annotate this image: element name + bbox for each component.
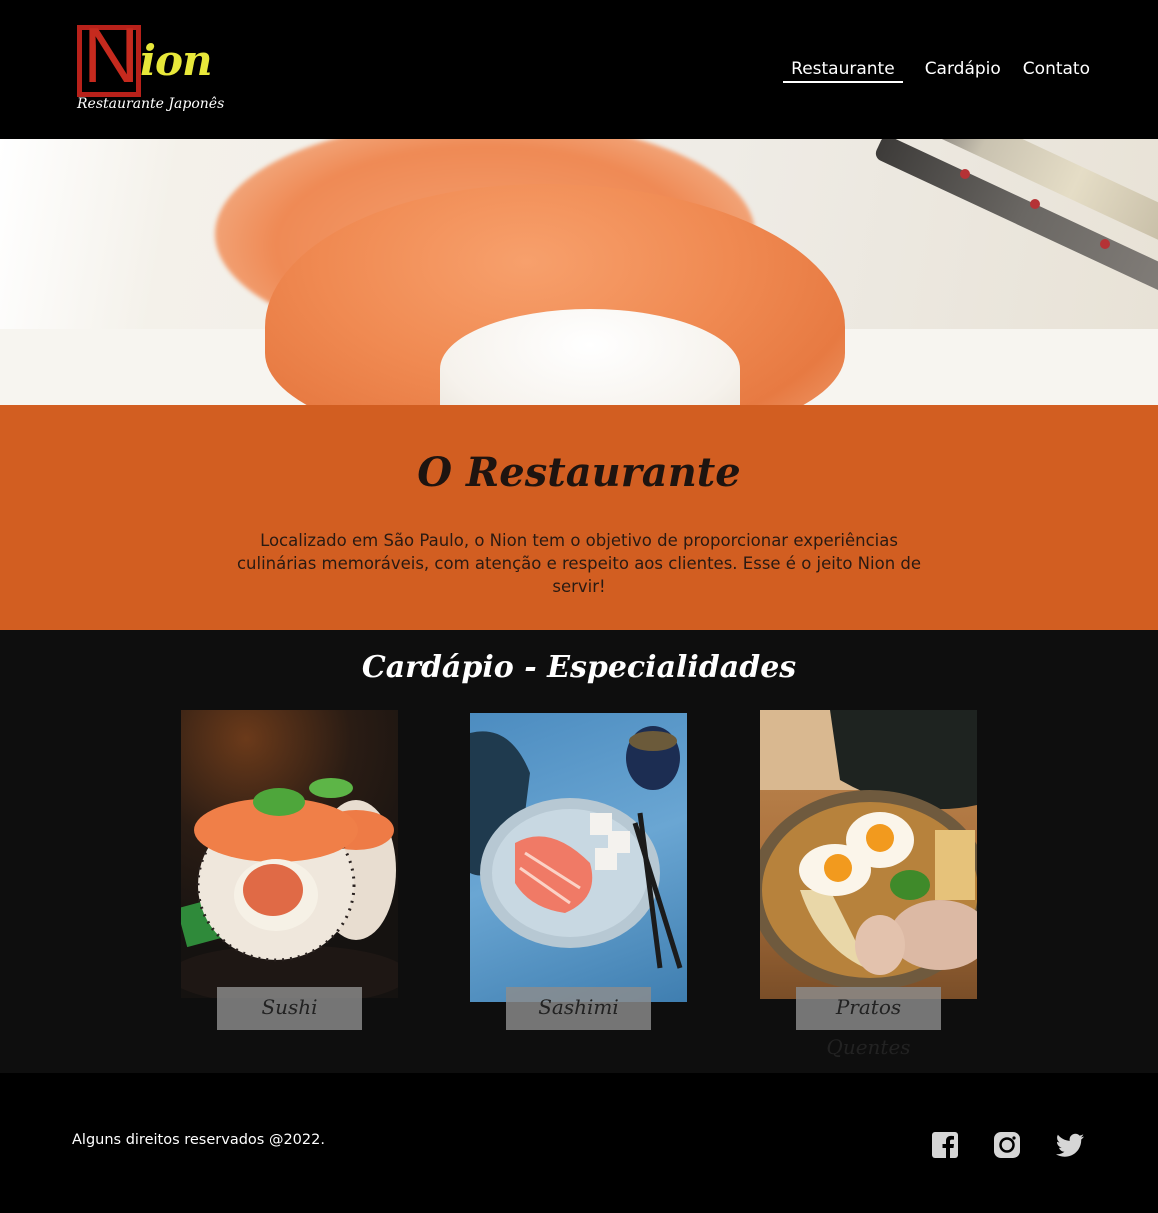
logo-letter: N xyxy=(83,11,140,99)
nav-contato[interactable]: Contato xyxy=(1001,58,1090,80)
main-nav: Restaurante Cardápio Contato xyxy=(783,58,1090,83)
about-section: O Restaurante Localizado em São Paulo, o… xyxy=(0,405,1158,630)
instagram-icon[interactable] xyxy=(993,1131,1021,1159)
site-header: N ion Restaurante Japonês Restaurante Ca… xyxy=(0,0,1158,139)
ramen-image xyxy=(760,710,977,999)
menu-card-pratos-quentes[interactable]: Pratos Quentes xyxy=(760,710,977,1059)
menu-card-label: Sushi xyxy=(217,987,362,1030)
menu-card-sashimi[interactable]: Sashimi xyxy=(470,713,687,1033)
hero-sushi-image xyxy=(0,139,1158,405)
nav-restaurante[interactable]: Restaurante xyxy=(783,58,903,83)
sushi-illustration xyxy=(181,778,398,998)
menu-section: Cardápio - Especialidades Sushi Sashimi … xyxy=(0,630,1158,1073)
hero-blossom xyxy=(960,169,970,179)
copyright-text: Alguns direitos reservados @2022. xyxy=(72,1132,325,1148)
hero-blossom xyxy=(1100,239,1110,249)
site-footer: Alguns direitos reservados @2022. xyxy=(0,1073,1158,1213)
sashimi-image xyxy=(470,713,687,1002)
about-title: O Restaurante xyxy=(417,449,741,496)
facebook-icon[interactable] xyxy=(931,1131,959,1159)
twitter-icon[interactable] xyxy=(1055,1131,1085,1159)
menu-card-label: Sashimi xyxy=(506,987,651,1030)
nion-logo[interactable]: N ion Restaurante Japonês xyxy=(76,16,224,120)
menu-card-label: Pratos Quentes xyxy=(796,987,941,1059)
sushi-image xyxy=(181,710,398,998)
logo-word: ion xyxy=(140,36,213,85)
sashimi-illustration xyxy=(470,726,683,969)
menu-card-sushi[interactable]: Sushi xyxy=(181,710,398,1030)
about-text: Localizado em São Paulo, o Nion tem o ob… xyxy=(236,531,922,596)
nav-cardapio[interactable]: Cardápio xyxy=(903,58,1001,80)
hero-blossom xyxy=(1030,199,1040,209)
menu-title: Cardápio - Especialidades xyxy=(361,650,797,685)
logo-tagline: Restaurante Japonês xyxy=(77,96,225,112)
ramen-illustration xyxy=(760,710,977,990)
